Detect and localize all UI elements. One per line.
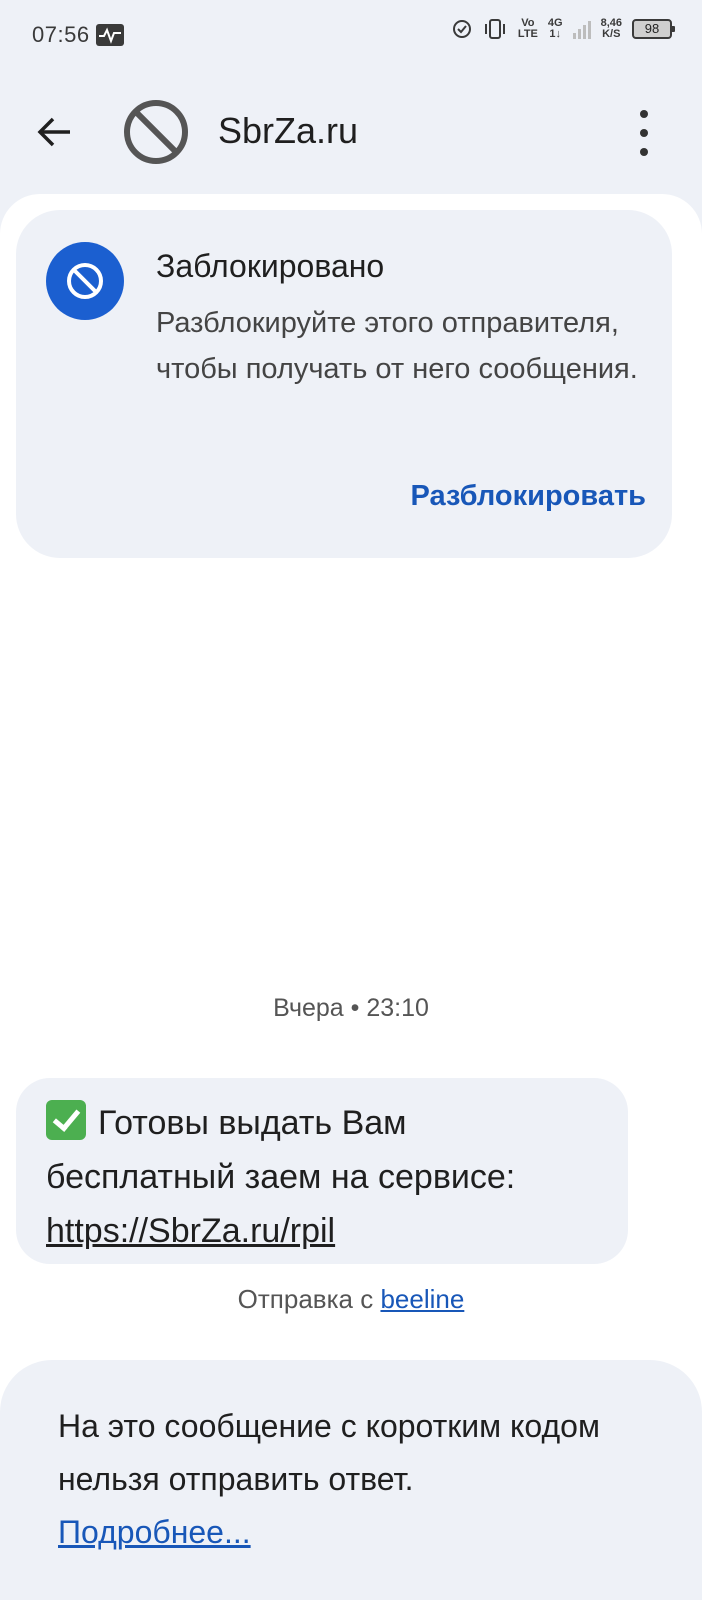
message-link[interactable]: https://SbrZa.ru/rpil: [46, 1212, 335, 1250]
reply-disabled-text: На это сообщение с коротким кодом нельзя…: [58, 1408, 600, 1497]
more-options-button[interactable]: [626, 110, 662, 156]
check-mark-button-icon: [46, 1100, 86, 1140]
conversation-sheet: Заблокировано Разблокируйте этого отправ…: [0, 194, 702, 1600]
back-button[interactable]: [30, 108, 78, 156]
network-bottom: 1↓: [549, 28, 562, 40]
blocked-title: Заблокировано: [156, 248, 385, 284]
block-icon: [124, 100, 188, 164]
status-icons: Vo LTE 4G 1↓ 8,46 K/S 98: [452, 18, 675, 40]
dnd-icon: [452, 20, 471, 38]
sent-via-prefix: Отправка с: [237, 1284, 381, 1314]
status-bar: 07:56 Vo LTE 4G 1↓ 8,46 K/S 98: [0, 0, 702, 72]
unblock-button[interactable]: Разблокировать: [411, 480, 646, 513]
reply-disabled-notice: На это сообщение с коротким кодом нельзя…: [58, 1400, 658, 1559]
reply-disabled-panel: На это сообщение с коротким кодом нельзя…: [0, 1360, 702, 1600]
speed-bottom: K/S: [602, 28, 621, 40]
battery-icon: 98: [632, 19, 675, 39]
date-separator: Вчера • 23:10: [273, 994, 429, 1022]
message-bubble[interactable]: Готовы выдать Вам бесплатный заем на сер…: [16, 1078, 628, 1264]
network-indicator: 4G 1↓: [548, 18, 563, 40]
more-vertical-icon-dot: [640, 110, 648, 118]
sent-via: Отправка с beeline: [0, 1284, 702, 1315]
volte-bottom: LTE: [517, 28, 538, 40]
arrow-left-icon: [37, 117, 70, 147]
learn-more-link[interactable]: Подробнее...: [58, 1514, 251, 1550]
activity-icon: [96, 24, 124, 46]
signal-icon: [572, 19, 591, 39]
more-vertical-icon-dot: [640, 129, 648, 137]
carrier-link[interactable]: beeline: [380, 1284, 464, 1314]
speed-indicator: 8,46 K/S: [601, 18, 622, 40]
blocked-banner: Заблокировано Разблокируйте этого отправ…: [16, 210, 672, 558]
message-text: Готовы выдать Вам бесплатный заем на сер…: [46, 1104, 516, 1196]
app-bar: SbrZa.ru: [0, 80, 702, 190]
volte-indicator: Vo LTE: [518, 18, 538, 40]
more-vertical-icon-dot: [640, 148, 648, 156]
status-time: 07:56: [32, 22, 90, 47]
block-icon: [46, 242, 124, 320]
conversation-title: SbrZa.ru: [218, 110, 359, 151]
vibrate-icon: [484, 19, 505, 39]
screen: 07:56 Vo LTE 4G 1↓ 8,46 K/S 98 SbrZa.ru …: [0, 0, 702, 1600]
blocked-description: Разблокируйте этого отправителя, чтобы п…: [156, 307, 638, 385]
contact-avatar[interactable]: [122, 98, 190, 166]
